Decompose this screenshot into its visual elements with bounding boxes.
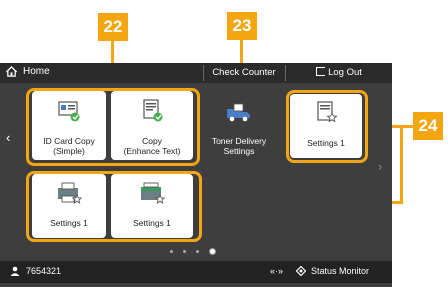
home-label: Home xyxy=(23,66,50,77)
callout-22: 22 xyxy=(98,13,128,41)
logout-label: Log Out xyxy=(328,67,362,78)
status-monitor-label: Status Monitor xyxy=(311,266,370,276)
toner-delivery-settings-button[interactable]: Toner Delivery Settings xyxy=(199,91,279,160)
page-dot-active[interactable] xyxy=(209,248,216,255)
logout-button[interactable]: Log Out xyxy=(286,63,392,83)
tile-label: Settings xyxy=(223,146,255,156)
callout-24-leader-v xyxy=(400,125,403,204)
page-left-arrow[interactable]: ‹ xyxy=(6,130,10,145)
user-info: 7654321 xyxy=(10,266,61,276)
bottom-bar: 7654321 «·» Status Monitor xyxy=(0,261,392,283)
user-id: 7654321 xyxy=(26,266,62,276)
callout-23: 23 xyxy=(227,12,257,40)
check-counter-button[interactable]: Check Counter xyxy=(205,63,283,83)
logout-icon xyxy=(316,67,326,76)
status-monitor-button[interactable]: Status Monitor xyxy=(296,266,369,276)
page-dot[interactable] xyxy=(196,250,199,253)
top-bar: Home Check Counter Log Out xyxy=(0,63,392,83)
page-dot[interactable] xyxy=(183,250,186,253)
callout-24: 24 xyxy=(413,112,443,140)
highlight-frame-24-b xyxy=(26,171,202,242)
tile-label: Toner Delivery xyxy=(211,136,267,146)
page-right-arrow[interactable]: › xyxy=(378,159,382,174)
home-button[interactable]: Home xyxy=(6,66,50,77)
page-indicator xyxy=(170,248,216,255)
home-icon xyxy=(6,66,17,77)
topbar-divider xyxy=(203,65,204,81)
status-monitor-icon xyxy=(296,266,306,276)
highlight-frame-24-a xyxy=(286,90,368,163)
highlight-frame-22 xyxy=(26,88,200,166)
network-icon: «·» xyxy=(270,266,284,276)
page-dot[interactable] xyxy=(170,250,173,253)
user-icon xyxy=(10,266,20,276)
delivery-truck-icon xyxy=(227,103,250,122)
